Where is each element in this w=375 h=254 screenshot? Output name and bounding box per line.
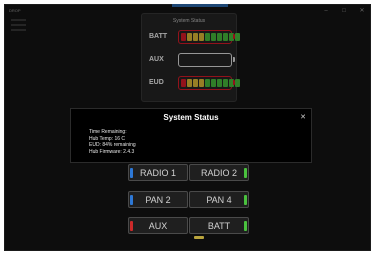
dialog-body: Time Remaining: Hub Temp: 16 C EUD: 84% …	[89, 129, 136, 155]
radio-2-button[interactable]: RADIO 2	[189, 164, 249, 181]
eud-remaining-text: EUD: 84% remaining	[89, 142, 136, 148]
status-led-icon	[130, 221, 133, 231]
status-led-icon	[130, 195, 133, 205]
status-led-icon	[244, 195, 247, 205]
status-led-icon	[244, 221, 247, 231]
radio-2-label: RADIO 2	[200, 168, 237, 178]
batt-button[interactable]: BATT	[189, 217, 249, 234]
aux-button[interactable]: AUX	[128, 217, 188, 234]
pan-4-label: PAN 4	[206, 195, 232, 205]
status-led-icon	[244, 168, 247, 178]
pan-2-label: PAN 2	[145, 195, 171, 205]
aux-button-label: AUX	[148, 221, 168, 231]
status-led-icon	[130, 168, 133, 178]
selection-indicator	[194, 236, 204, 239]
radio-1-button[interactable]: RADIO 1	[128, 164, 188, 181]
close-icon[interactable]: ✕	[300, 113, 306, 121]
pan-2-button[interactable]: PAN 2	[128, 191, 188, 208]
hub-firmware-text: Hub Firmware: 2.4.3	[89, 148, 135, 155]
radio-1-label: RADIO 1	[139, 168, 176, 178]
pan-4-button[interactable]: PAN 4	[189, 191, 249, 208]
dialog-title: System Status	[163, 113, 219, 122]
batt-button-label: BATT	[207, 221, 231, 231]
system-status-dialog: System Status ✕ Time Remaining: Hub Temp…	[70, 108, 312, 163]
